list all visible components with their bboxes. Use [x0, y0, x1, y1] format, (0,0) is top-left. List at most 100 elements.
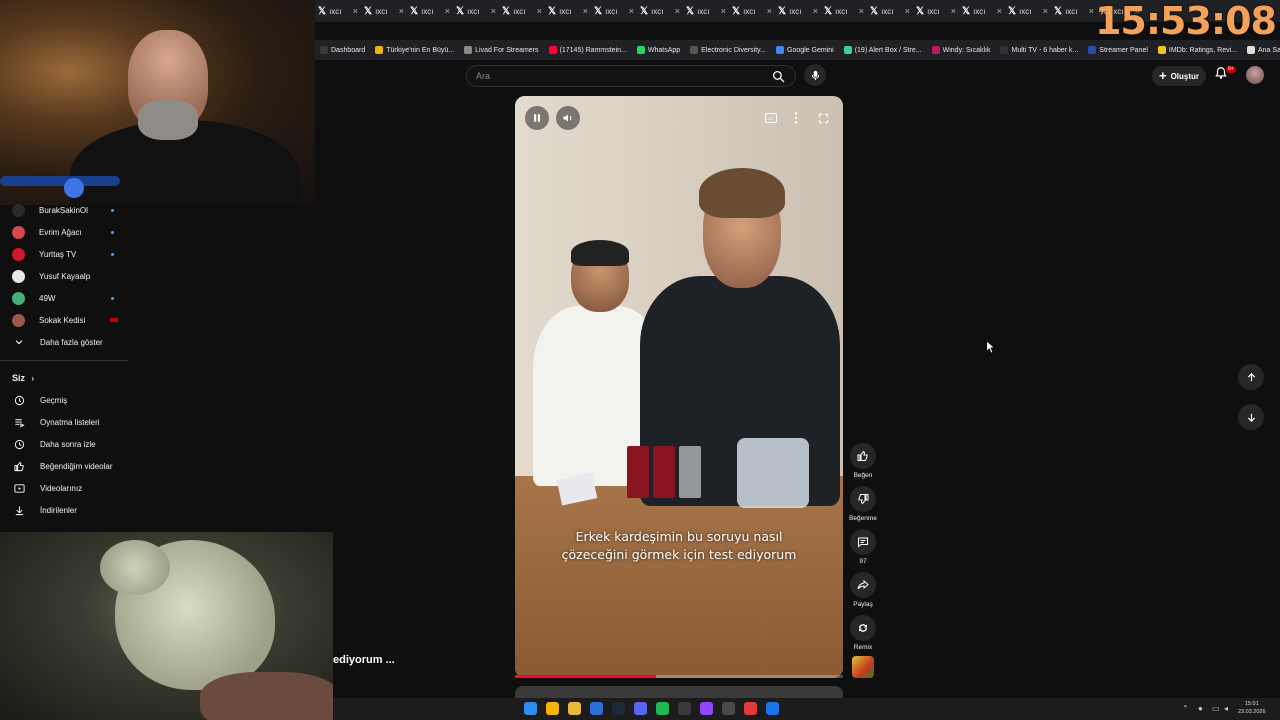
video-progress-bar[interactable] — [515, 675, 843, 678]
like-button[interactable]: Beğen — [848, 443, 878, 479]
close-tab-icon[interactable]: × — [491, 6, 496, 16]
tray-chevron-icon[interactable]: ⌃ — [1182, 704, 1189, 713]
close-tab-icon[interactable]: × — [721, 6, 726, 16]
account-avatar[interactable] — [1246, 66, 1264, 84]
bookmark-item[interactable]: Türkiye'nin En Büyü... — [370, 46, 459, 54]
browser-tab[interactable]: 𝕏ıxcı × — [1005, 2, 1051, 20]
subscription-item[interactable]: BurakSakinOl — [12, 201, 122, 219]
bookmark-item[interactable]: Ana Sayfa • HBO Max — [1242, 46, 1280, 54]
close-tab-icon[interactable]: × — [767, 6, 772, 16]
file-explorer-icon[interactable] — [568, 702, 581, 715]
sound-thumbnail[interactable] — [852, 656, 874, 678]
system-clock[interactable]: 15:01 23.03.2026 — [1238, 700, 1266, 716]
browser-tab[interactable]: 𝕏ıxcı × — [683, 2, 729, 20]
next-short-button[interactable] — [1238, 404, 1264, 430]
windows-start-icon[interactable] — [524, 702, 537, 715]
close-tab-icon[interactable]: × — [583, 6, 588, 16]
tray-volume-icon[interactable]: ◂ — [1224, 704, 1228, 713]
create-button[interactable]: + Oluştur — [1152, 66, 1206, 86]
browser-tab[interactable]: 𝕏ıxcı × — [821, 2, 867, 20]
bookmark-item[interactable]: Windy: Sıcaklık — [927, 46, 996, 54]
browser-tab[interactable]: 𝕏ıxcı × — [453, 2, 499, 20]
previous-short-button[interactable] — [1238, 364, 1264, 390]
bookmark-item[interactable]: (17145) Rammstein... — [544, 46, 632, 54]
share-button[interactable]: Paylaş — [848, 572, 878, 608]
discord-icon[interactable] — [634, 702, 647, 715]
you-item[interactable]: İndirilenler — [12, 501, 122, 519]
browser-tab[interactable]: 𝕏ıxcı × — [637, 2, 683, 20]
browser-tab[interactable]: 𝕏ıxcı × — [545, 2, 591, 20]
more-options-button[interactable] — [786, 108, 806, 128]
steam-icon[interactable] — [612, 702, 625, 715]
bookmark-item[interactable]: Multi TV - 6 haber k... — [995, 46, 1083, 54]
you-item[interactable]: Oynatma listeleri — [12, 413, 122, 431]
captions-button[interactable]: CC — [761, 108, 781, 128]
browser-tab[interactable]: 𝕏ıxcı × — [1051, 2, 1097, 20]
tray-mic-icon[interactable]: ● — [1198, 704, 1203, 713]
spotify-icon[interactable] — [656, 702, 669, 715]
close-tab-icon[interactable]: × — [905, 6, 910, 16]
browser-tab[interactable]: 𝕏ıxcı × — [867, 2, 913, 20]
browser-tab[interactable]: 𝕏ıxcı × — [315, 2, 361, 20]
app-icon[interactable] — [590, 702, 603, 715]
close-tab-icon[interactable]: × — [951, 6, 956, 16]
you-item[interactable]: Beğendiğim videolar — [12, 457, 122, 475]
browser-tab[interactable]: 𝕏ıxcı × — [361, 2, 407, 20]
browser-tab[interactable]: 𝕏ıxcı × — [913, 2, 959, 20]
close-tab-icon[interactable]: × — [1043, 6, 1048, 16]
browser-tab[interactable]: 𝕏ıxcı × — [407, 2, 453, 20]
close-tab-icon[interactable]: × — [399, 6, 404, 16]
you-item[interactable]: Daha sonra izle — [12, 435, 122, 453]
bookmark-item[interactable]: IMDb: Ratings, Revi... — [1153, 46, 1242, 54]
tray-network-icon[interactable]: ▭ — [1212, 704, 1220, 713]
obs-icon[interactable] — [722, 702, 735, 715]
show-more-button[interactable]: Daha fazla göster — [12, 333, 122, 351]
close-tab-icon[interactable]: × — [353, 6, 358, 16]
bookmark-item[interactable]: Livad For Streamers — [459, 46, 543, 54]
subscription-item[interactable]: Evrim Ağacı — [12, 223, 122, 241]
subscription-item[interactable]: Yusuf Kayaalp — [12, 267, 122, 285]
next-short-preview[interactable] — [515, 686, 843, 698]
close-tab-icon[interactable]: × — [997, 6, 1002, 16]
remix-button[interactable]: Remix — [848, 615, 878, 651]
twitch-icon[interactable] — [700, 702, 713, 715]
search-input[interactable]: Ara — [466, 65, 796, 87]
pause-button[interactable] — [525, 106, 549, 130]
you-item[interactable]: Geçmiş — [12, 391, 122, 409]
bookmark-item[interactable]: WhatsApp — [632, 46, 685, 54]
you-item[interactable]: Videolarınız — [12, 479, 122, 497]
comments-button[interactable]: 97 — [848, 529, 878, 565]
fullscreen-button[interactable] — [813, 108, 833, 128]
close-tab-icon[interactable]: × — [1089, 6, 1094, 16]
subscription-item[interactable]: 49W — [12, 289, 122, 307]
close-tab-icon[interactable]: × — [445, 6, 450, 16]
dislike-button[interactable]: Beğenme — [848, 486, 878, 522]
subscription-item[interactable]: Yurttaş TV — [12, 245, 122, 263]
app-icon-2[interactable] — [766, 702, 779, 715]
streamlabs-icon[interactable] — [744, 702, 757, 715]
calculator-icon[interactable] — [678, 702, 691, 715]
close-tab-icon[interactable]: × — [629, 6, 634, 16]
volume-button[interactable] — [556, 106, 580, 130]
browser-tab[interactable]: 𝕏ıxcı × — [775, 2, 821, 20]
bookmark-item[interactable]: Google Gemini — [771, 46, 839, 54]
bookmark-item[interactable]: (19) Alert Box / Stre... — [839, 46, 927, 54]
browser-tab[interactable]: 𝕏ıxcı × — [959, 2, 1005, 20]
voice-search-button[interactable] — [804, 64, 826, 86]
browser-tab[interactable]: 𝕏ıxcı × — [729, 2, 775, 20]
search-button[interactable] — [766, 66, 790, 86]
bookmark-item[interactable]: Electronic Diversity... — [685, 46, 771, 54]
close-tab-icon[interactable]: × — [859, 6, 864, 16]
browser-tab[interactable]: 𝕏ıxcı × — [499, 2, 545, 20]
close-tab-icon[interactable]: × — [813, 6, 818, 16]
you-section-heading[interactable]: Siz › — [12, 373, 34, 383]
subscription-item[interactable]: Sokak Kedisi — [12, 311, 122, 329]
close-tab-icon[interactable]: × — [675, 6, 680, 16]
chrome-icon[interactable] — [546, 702, 559, 715]
shorts-video-player[interactable]: Erkek kardeşimin bu soruyu nasıl çözeceğ… — [515, 96, 843, 678]
bookmark-item[interactable]: Dashboard — [315, 46, 370, 54]
close-tab-icon[interactable]: × — [537, 6, 542, 16]
browser-tab[interactable]: 𝕏ıxcı × — [591, 2, 637, 20]
bookmark-item[interactable]: Streamer Panel — [1083, 46, 1153, 54]
x-logo-icon: 𝕏 — [594, 5, 603, 17]
